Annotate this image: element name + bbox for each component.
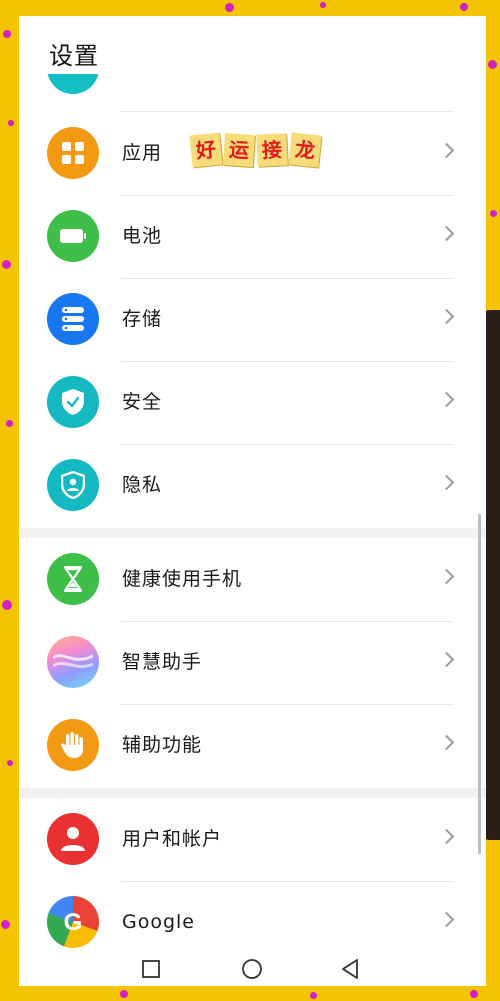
smart-assistant-icon bbox=[47, 636, 99, 688]
chevron-right-icon bbox=[438, 308, 455, 325]
storage-icon bbox=[47, 293, 99, 345]
settings-item-smart-assistant[interactable]: 智慧助手 bbox=[19, 621, 486, 704]
recent-apps-icon[interactable] bbox=[138, 956, 164, 982]
settings-item-storage[interactable]: 存储 bbox=[19, 278, 486, 361]
settings-screen: 设置 应用 好 运 接 龙 电池 存储 安全 隐私 健康使用手机 智慧助手 辅助… bbox=[19, 16, 486, 986]
settings-item-security[interactable]: 安全 bbox=[19, 361, 486, 444]
settings-item-battery[interactable]: 电池 bbox=[19, 195, 486, 278]
system-navigation-bar bbox=[19, 952, 486, 986]
settings-item-label: 健康使用手机 bbox=[122, 568, 243, 590]
hourglass-icon bbox=[47, 553, 99, 605]
chevron-right-icon bbox=[438, 142, 455, 159]
chevron-right-icon bbox=[438, 225, 455, 242]
settings-item-label: 智慧助手 bbox=[122, 651, 203, 673]
chevron-right-icon bbox=[438, 568, 455, 585]
partially-visible-setting-icon bbox=[47, 74, 99, 94]
settings-item-privacy[interactable]: 隐私 bbox=[19, 444, 486, 527]
settings-item-label: 辅助功能 bbox=[122, 734, 203, 756]
settings-item-label: 电池 bbox=[122, 225, 163, 247]
settings-item-label: 安全 bbox=[122, 391, 163, 413]
settings-item-users-accounts[interactable]: 用户和帐户 bbox=[19, 798, 486, 881]
security-shield-icon bbox=[47, 376, 99, 428]
chevron-right-icon bbox=[438, 474, 455, 491]
hand-icon bbox=[47, 719, 99, 771]
sticker-char: 运 bbox=[222, 132, 256, 168]
chevron-right-icon bbox=[438, 734, 455, 751]
section-separator bbox=[19, 528, 486, 538]
sticker-char: 接 bbox=[256, 133, 288, 167]
chevron-right-icon bbox=[438, 828, 455, 845]
sticker-char: 好 bbox=[189, 132, 223, 168]
home-icon[interactable] bbox=[239, 956, 265, 982]
settings-item-label: 存储 bbox=[122, 308, 163, 330]
sticker-char: 龙 bbox=[288, 132, 322, 168]
apps-grid-icon bbox=[47, 127, 99, 179]
battery-icon bbox=[47, 210, 99, 262]
settings-item-digital-balance[interactable]: 健康使用手机 bbox=[19, 538, 486, 621]
chevron-right-icon bbox=[438, 651, 455, 668]
privacy-icon bbox=[47, 459, 99, 511]
user-icon bbox=[47, 813, 99, 865]
chevron-right-icon bbox=[438, 391, 455, 408]
section-separator bbox=[19, 788, 486, 798]
chevron-right-icon bbox=[438, 911, 455, 928]
settings-item-label: 用户和帐户 bbox=[122, 828, 223, 850]
settings-item-label: 应用 bbox=[122, 142, 163, 164]
back-icon[interactable] bbox=[338, 956, 364, 982]
settings-item-accessibility[interactable]: 辅助功能 bbox=[19, 704, 486, 787]
svg-text:G: G bbox=[64, 909, 83, 936]
scrollbar[interactable] bbox=[478, 514, 481, 854]
settings-item-label: 隐私 bbox=[122, 474, 163, 496]
sticker-overlay: 好 运 接 龙 bbox=[189, 132, 322, 168]
page-title: 设置 bbox=[49, 42, 99, 70]
google-icon: G bbox=[47, 896, 99, 948]
